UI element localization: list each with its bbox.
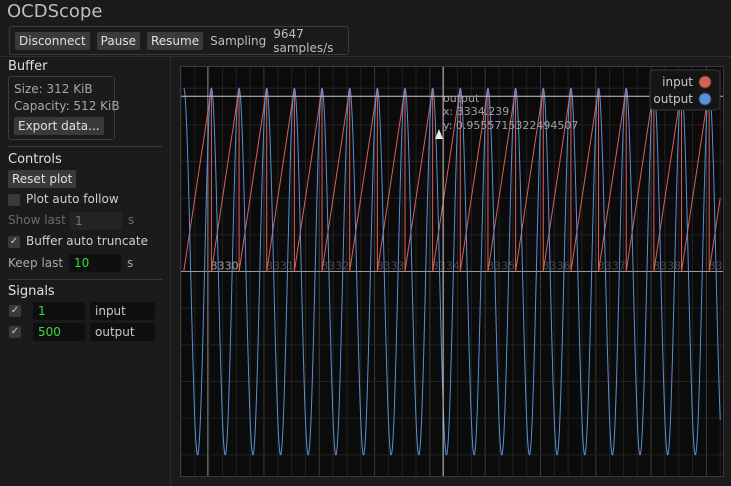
app-title: OCDScope (7, 1, 103, 22)
signal-2-name[interactable]: output (90, 323, 155, 341)
signal-2-id[interactable]: 500 (33, 323, 85, 341)
x-tick-label: 3336 (542, 260, 570, 273)
buffer-capacity: Capacity: 512 KiB (14, 99, 120, 113)
keep-last-label: Keep last (8, 256, 64, 270)
controls-header: Controls (8, 152, 62, 167)
legend-output-label[interactable]: output (653, 92, 693, 106)
signal-1-id[interactable]: 1 (33, 302, 85, 320)
check-icon: ✓ (10, 305, 20, 316)
keep-last-input[interactable]: 10 (69, 254, 121, 272)
sample-rate: 9647 samples/s (273, 26, 334, 55)
cursor-series-label: output (443, 92, 480, 105)
signal-1-name[interactable]: input (90, 302, 155, 320)
resume-button[interactable]: Resume (146, 31, 204, 50)
plot-legend[interactable]: input output (649, 69, 721, 111)
signal-1-checkbox[interactable]: ✓ (9, 305, 21, 317)
buffer-size: Size: 312 KiB (14, 82, 93, 96)
x-tick-label: 3338 (653, 260, 681, 273)
signals-header: Signals (8, 284, 55, 299)
cursor-x-readout: x: 3334.239 (443, 105, 509, 118)
status-label: Sampling (210, 33, 267, 48)
reset-plot-button[interactable]: Reset plot (8, 170, 77, 188)
section-divider (8, 279, 162, 280)
legend-input-label[interactable]: input (662, 75, 693, 89)
signal-2-checkbox[interactable]: ✓ (9, 326, 21, 338)
auto-truncate-label: Buffer auto truncate (26, 234, 148, 248)
check-icon: ✓ (9, 236, 19, 247)
red-dot-icon (698, 75, 712, 89)
x-tick-label: 3333 (377, 260, 405, 273)
x-tick-label: 3331 (266, 260, 294, 273)
plot-canvas[interactable]: 3330333133323333333433353336333733383339… (180, 67, 731, 476)
auto-truncate-checkbox[interactable]: ✓ (8, 236, 20, 248)
blue-dot-icon (698, 92, 712, 106)
x-tick-label: 3330 (211, 260, 239, 273)
disconnect-button[interactable]: Disconnect (15, 31, 90, 50)
check-icon: ✓ (10, 326, 20, 337)
plot-area[interactable]: 3330333133323333333433353336333733383339… (180, 66, 731, 477)
auto-follow-checkbox[interactable] (8, 194, 20, 206)
buffer-panel: Size: 312 KiB Capacity: 512 KiB Export d… (8, 76, 120, 140)
sidebar-resize-handle[interactable] (170, 57, 171, 486)
x-tick-label: 3332 (321, 260, 349, 273)
export-data-button[interactable]: Export data... (14, 117, 104, 135)
show-last-input[interactable]: 1 (70, 212, 122, 230)
x-tick-label: 3334 (432, 260, 460, 273)
pause-button[interactable]: Pause (96, 31, 140, 50)
cursor-y-readout: y: 0.9555715322494507 (443, 119, 578, 132)
toolbar: Disconnect Pause Resume Sampling 9647 sa… (9, 26, 349, 55)
keep-last-unit: s (127, 256, 134, 270)
auto-follow-label: Plot auto follow (26, 192, 119, 206)
x-tick-label: 3335 (487, 260, 515, 273)
x-tick-label: 3337 (598, 260, 626, 273)
show-last-label: Show last (8, 213, 66, 227)
buffer-header: Buffer (8, 59, 48, 74)
section-divider (8, 146, 162, 147)
show-last-unit: s (128, 213, 135, 227)
